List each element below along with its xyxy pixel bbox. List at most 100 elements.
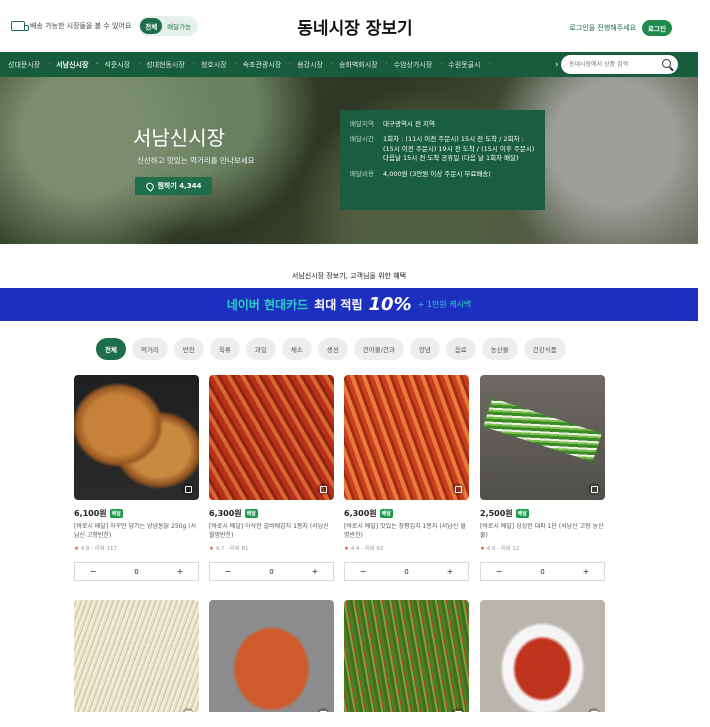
minus-button[interactable]: − (345, 567, 381, 576)
product-price: 2,500원 (480, 509, 513, 518)
product-rating: ★ 4.4 · 리뷰 62 (344, 546, 384, 552)
product-card[interactable]: 6,300원 배달 [바로시 배달] 맛있는 창평김치 1봉지 (서남신 월명반찬)… (344, 375, 469, 581)
product-card[interactable]: 6,100원 배달 [바로시 배달] 자꾸만 당기는 양념통닭 250g (서남신 … (74, 375, 199, 581)
nav-market-item[interactable]: 성대문시장 (0, 60, 50, 70)
category-chip[interactable]: 전체 (96, 338, 126, 360)
star-icon: ★ (209, 546, 214, 552)
market-hero: 서남신시장 신선하고 맛있는 먹거리를 만나보세요 찜하기 4,344 배달지역… (0, 77, 698, 244)
nav-market-item[interactable]: 청호시장 (193, 60, 237, 70)
login-button[interactable]: 로그인 (642, 20, 672, 36)
cart-icon[interactable] (452, 483, 464, 495)
category-chip[interactable]: 농산물 (481, 338, 518, 360)
minus-button[interactable]: − (75, 567, 111, 576)
card-promo-banner[interactable]: 네이버 현대카드 최대 적립 10% + 1만원 캐시백 (0, 288, 698, 321)
nav-market-item[interactable]: 성대현동시장 (138, 60, 194, 70)
search-input[interactable] (569, 61, 654, 68)
product-name[interactable]: [바로시 배달] 자꾸만 당기는 양념통닭 250g (서남신 고향반찬) (74, 523, 199, 541)
nav-market-item[interactable]: 수원못골시 (440, 60, 490, 70)
star-icon: ★ (344, 546, 349, 552)
minus-button[interactable]: − (210, 567, 246, 576)
product-name[interactable]: [바로시 배달] 아삭한 갈비배김치 1봉지 (서남신 월명반찬) (209, 523, 334, 541)
product-image[interactable] (209, 600, 334, 725)
chevron-right-icon[interactable]: › (555, 60, 559, 70)
rating-value: 4.4 (350, 546, 360, 552)
delivery-toggle[interactable]: 전체 배달가능 (138, 16, 199, 36)
heart-icon (144, 180, 155, 192)
favorite-button[interactable]: 찜하기 4,344 (135, 177, 212, 195)
toggle-all[interactable]: 전체 (140, 18, 163, 34)
review-count: 리뷰 62 (364, 546, 384, 552)
category-chip[interactable]: 건어물/건과 (353, 338, 404, 360)
plus-button[interactable]: + (162, 567, 198, 576)
product-card[interactable]: 6,300원 배달 [바로시 배달] 아삭한 갈비배김치 1봉지 (서남신 월명반찬… (209, 375, 334, 581)
product-image[interactable] (74, 375, 199, 500)
benefit-heading: 서남신시장 장보기, 고객님을 위한 혜택 (291, 272, 407, 280)
product-name[interactable]: [바로시 배달] 싱싱한 대파 1단 (서남신 고향 농산물) (480, 523, 605, 541)
product-name[interactable]: [바로시 배달] 맛있는 창평김치 1봉지 (서남신 월명반찬) (344, 523, 469, 541)
category-chip[interactable]: 반찬 (173, 338, 204, 360)
login-area: 로그인을 진행해주세요 로그인 (569, 20, 672, 36)
delivery-badge: 배달 (515, 509, 529, 518)
login-prompt[interactable]: 로그인을 진행해주세요 (569, 23, 636, 33)
market-nav: 성대문시장서남신시장석준시장성대현동시장청호시장속초관광시장용강시장송화벽화시장… (0, 52, 698, 77)
banner-main: 최대 적립 (314, 298, 363, 312)
review-count: 리뷰 12 (500, 546, 520, 552)
product-image[interactable] (480, 375, 605, 500)
category-chip[interactable]: 생선 (317, 338, 348, 360)
quantity-value[interactable]: 0 (525, 568, 561, 576)
price-line: 6,100원 배달 (74, 508, 199, 519)
nav-market-item[interactable]: 속초관광시장 (235, 60, 291, 70)
info-value: 1회차 : (11시 이전 주문시) 15시 전 도착 / 2회차 : (15시… (383, 135, 535, 163)
quantity-value[interactable]: 0 (389, 568, 425, 576)
quantity-value[interactable]: 0 (119, 568, 155, 576)
delivery-filter: 배송 가능한 시장들을 볼 수 있어요 전체 배달가능 (11, 16, 199, 36)
category-chip[interactable]: 육류 (209, 338, 240, 360)
nav-market-item[interactable]: 서남신시장 (48, 60, 98, 70)
price-line: 6,300원 배달 (344, 508, 469, 519)
cart-icon[interactable] (588, 483, 600, 495)
delivery-badge: 배달 (379, 509, 393, 518)
quantity-stepper: −0 + (74, 562, 199, 581)
info-row-area: 배달지역 대구광역시 전 지역 (350, 120, 535, 129)
rating-value: 4.7 (215, 546, 225, 552)
quantity-value[interactable]: 0 (254, 568, 290, 576)
toggle-deliverable[interactable]: 배달가능 (162, 18, 196, 34)
category-chip[interactable]: 과일 (245, 338, 276, 360)
product-image[interactable] (344, 375, 469, 500)
truck-icon (11, 21, 29, 31)
plus-button[interactable]: + (568, 567, 604, 576)
product-price: 6,100원 (74, 509, 107, 518)
category-chip[interactable]: 건강식품 (523, 338, 566, 360)
quantity-stepper: −0 + (209, 562, 334, 581)
cart-icon[interactable] (317, 483, 329, 495)
product-image[interactable] (74, 600, 199, 725)
category-chip[interactable]: 음료 (445, 338, 476, 360)
nav-market-item[interactable]: 용강시장 (289, 60, 333, 70)
market-title: 서남신시장 (133, 126, 225, 150)
nav-market-item[interactable]: 석준시장 (96, 60, 140, 70)
category-chip[interactable]: 먹거리 (131, 338, 168, 360)
category-chip[interactable]: 채소 (281, 338, 312, 360)
nav-market-item[interactable]: 송화벽화시장 (331, 60, 387, 70)
product-card[interactable]: 2,500원 배달 [바로시 배달] 싱싱한 대파 1단 (서남신 고향 농산물) ★… (480, 375, 605, 581)
minus-button[interactable]: − (481, 567, 517, 576)
delivery-text: 배송 가능한 시장들을 볼 수 있어요 (30, 22, 132, 30)
product-card[interactable] (74, 600, 199, 725)
product-card[interactable] (209, 600, 334, 725)
info-label: 배달지역 (350, 120, 374, 128)
category-chips: 전체 먹거리 반찬 육류 과일 채소 생선 건어물/건과 양념 음료 농산물 건강식품 (96, 338, 566, 360)
info-value: 대구광역시 전 지역 (383, 120, 435, 128)
product-image[interactable] (209, 375, 334, 500)
plus-button[interactable]: + (297, 567, 333, 576)
nav-market-item[interactable]: 수암상가시장 (386, 60, 442, 70)
product-image[interactable] (480, 600, 605, 725)
banner-extra: + 1만원 캐시백 (417, 300, 472, 309)
product-image[interactable] (344, 600, 469, 725)
cart-icon[interactable] (182, 483, 194, 495)
quantity-stepper: −0 + (344, 562, 469, 581)
product-card[interactable] (480, 600, 605, 725)
search-icon[interactable] (662, 59, 671, 68)
category-chip[interactable]: 양념 (409, 338, 440, 360)
product-card[interactable] (344, 600, 469, 725)
plus-button[interactable]: + (432, 567, 468, 576)
